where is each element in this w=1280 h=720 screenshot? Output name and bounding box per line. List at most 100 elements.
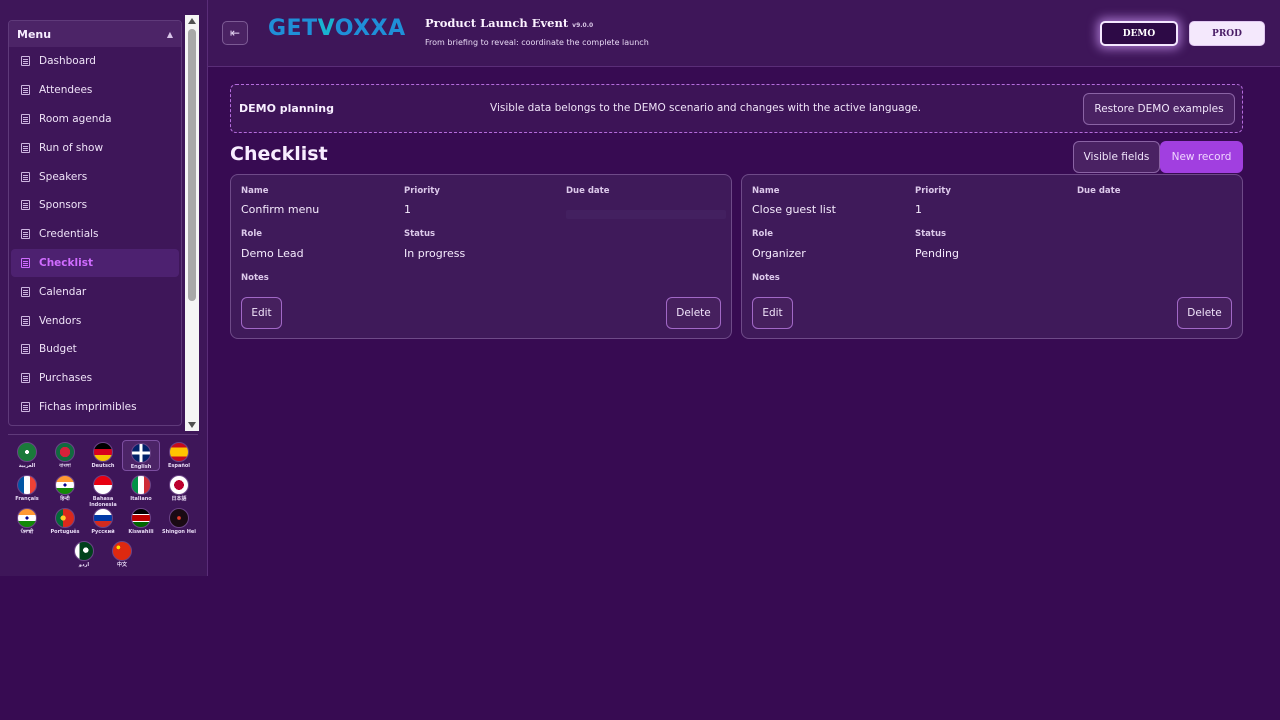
language-option[interactable]: English — [122, 440, 160, 471]
language-option[interactable]: 中文 — [103, 539, 141, 568]
scroll-down-arrow-icon[interactable] — [188, 422, 196, 428]
scroll-up-arrow-icon[interactable] — [188, 18, 196, 24]
language-option[interactable]: বাংলা — [46, 440, 84, 469]
document-icon — [21, 229, 30, 240]
sidebar-item-budget[interactable]: Budget — [11, 335, 179, 364]
flag-icon — [17, 475, 37, 495]
flag-icon — [131, 508, 151, 528]
sidebar-item-checklist[interactable]: Checklist — [11, 248, 179, 278]
sidebar-item-purchases[interactable]: Purchases — [11, 364, 179, 393]
sidebar-item-label: Fichas imprimibles — [39, 400, 137, 413]
sidebar-item-label: Run of show — [39, 141, 104, 154]
document-icon — [21, 286, 30, 297]
flag-icon — [93, 508, 113, 528]
document-icon — [21, 171, 30, 182]
document-icon — [21, 113, 30, 124]
language-option[interactable]: العربية — [8, 440, 46, 469]
language-name: Shingon Hei — [161, 529, 197, 535]
delete-button[interactable]: Delete — [666, 297, 721, 329]
sidebar-item-speakers[interactable]: Speakers — [11, 162, 179, 191]
app-title: Product Launch Event v9.0.0 — [425, 16, 594, 30]
language-option[interactable]: Bahasa Indonesia — [84, 473, 122, 508]
menu-list: Dashboard Attendees Room agenda Run of show… — [9, 47, 181, 421]
menu-header[interactable]: Menu ▲ — [9, 21, 181, 47]
sidebar-item-vendors[interactable]: Vendors — [11, 306, 179, 335]
collapse-menu-icon: ⇤ — [229, 26, 241, 40]
language-option[interactable]: Español — [160, 440, 198, 469]
document-icon — [21, 85, 30, 96]
page-title: Checklist — [230, 143, 328, 165]
sidebar-item-calendar[interactable]: Calendar — [11, 277, 179, 306]
sidebar-item-label: Sponsors — [39, 199, 88, 212]
record-priority: 1 — [404, 203, 411, 216]
flag-icon — [131, 475, 151, 495]
banner-title: DEMO planning — [239, 102, 334, 115]
flag-icon — [93, 475, 113, 495]
record-name: Close guest list — [752, 203, 836, 216]
language-option[interactable]: Italiano — [122, 473, 160, 502]
document-icon — [21, 56, 30, 67]
field-label-notes: Notes — [241, 273, 269, 283]
sidebar-item-attendees[interactable]: Attendees — [11, 76, 179, 105]
flag-icon — [74, 541, 94, 561]
language-option[interactable]: Shingon Hei — [160, 506, 198, 535]
record-card: Name Priority Due date Confirm menu 1 Role Sta… — [230, 174, 732, 339]
language-option[interactable]: ਪੰਜਾਬੀ — [8, 506, 46, 535]
menu-panel: Menu ▲ Dashboard Attendees Room agenda Run … — [8, 20, 182, 426]
language-option[interactable]: Русский — [84, 506, 122, 535]
caret-up-icon[interactable]: ▲ — [167, 30, 173, 39]
language-name: 日本語 — [171, 496, 187, 502]
language-name: Deutsch — [91, 463, 115, 469]
field-label-priority: Priority — [404, 186, 440, 196]
sidebar-item-sponsors[interactable]: Sponsors — [11, 191, 179, 220]
flag-icon — [55, 475, 75, 495]
flag-icon — [17, 442, 37, 462]
edit-button[interactable]: Edit — [241, 297, 282, 329]
sidebar-item-label: Budget — [39, 343, 77, 356]
language-name: 中文 — [116, 562, 127, 568]
sidebar-item-credentials[interactable]: Credentials — [11, 220, 179, 249]
collapse-sidebar-button[interactable]: ⇤ — [222, 21, 248, 45]
language-option[interactable]: हिन्दी — [46, 473, 84, 502]
sidebar-scrollbar[interactable] — [185, 15, 199, 431]
demo-env-button[interactable]: DEMO — [1100, 21, 1178, 46]
field-label-role: Role — [241, 229, 263, 239]
edit-button[interactable]: Edit — [752, 297, 793, 329]
scrollbar-thumb[interactable] — [188, 29, 196, 301]
restore-demo-button[interactable]: Restore DEMO examples — [1083, 93, 1235, 125]
document-icon — [21, 344, 30, 355]
sidebar-item-run-of-show[interactable]: Run of show — [11, 133, 179, 162]
flag-icon — [17, 508, 37, 528]
language-option[interactable]: Français — [8, 473, 46, 502]
language-option[interactable]: اردو — [65, 539, 103, 568]
language-option[interactable]: Deutsch — [84, 440, 122, 469]
document-icon — [21, 315, 30, 326]
visible-fields-button[interactable]: Visible fields — [1073, 141, 1160, 173]
language-name: ਪੰਜਾਬੀ — [20, 529, 34, 535]
prod-env-button[interactable]: PROD — [1189, 21, 1265, 46]
logo: GETVOXXA — [268, 16, 406, 41]
sidebar-item-dashboard[interactable]: Dashboard — [11, 47, 179, 76]
delete-button[interactable]: Delete — [1177, 297, 1232, 329]
flag-icon — [55, 508, 75, 528]
field-label-name: Name — [752, 186, 780, 196]
language-option[interactable]: 日本語 — [160, 473, 198, 502]
demo-banner: DEMO planning Visible data belongs to th… — [230, 84, 1243, 133]
sidebar-item-fichas-imprimibles[interactable]: Fichas imprimibles — [11, 393, 179, 422]
document-icon — [21, 200, 30, 211]
field-label-status: Status — [915, 229, 947, 239]
flag-icon — [169, 508, 189, 528]
language-name: Français — [15, 496, 39, 502]
new-record-button[interactable]: New record — [1160, 141, 1243, 173]
sidebar: Menu ▲ Dashboard Attendees Room agenda Run … — [0, 0, 208, 576]
language-name: English — [130, 464, 152, 470]
document-icon — [21, 257, 30, 268]
sidebar-item-room-agenda[interactable]: Room agenda — [11, 105, 179, 134]
record-status: In progress — [404, 247, 466, 260]
sidebar-item-label: Calendar — [39, 285, 87, 298]
flag-icon — [112, 541, 132, 561]
language-option[interactable]: Kiswahili — [122, 506, 160, 535]
language-name: Русский — [91, 529, 115, 535]
language-option[interactable]: Português — [46, 506, 84, 535]
field-label-name: Name — [241, 186, 269, 196]
